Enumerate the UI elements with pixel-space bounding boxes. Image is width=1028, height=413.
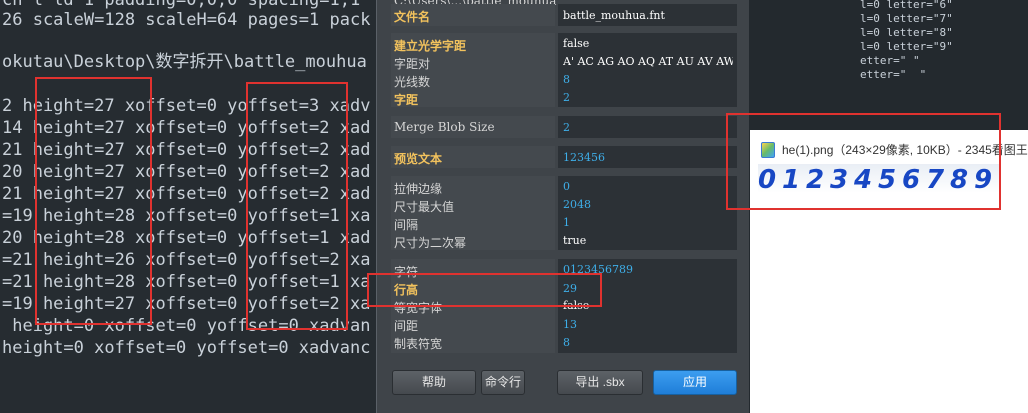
max-size-value[interactable]: 2048 — [563, 198, 591, 211]
build-kerning-label: 建立光学字距 — [394, 39, 467, 53]
merge-blob-value: 2 — [563, 121, 570, 134]
power-of-two-label: 尺寸为二次幂 — [394, 236, 467, 250]
tab-width-value[interactable]: 8 — [563, 336, 570, 349]
file-name-value: battle_mouhua.fnt — [563, 9, 665, 22]
file-name-label: 文件名 — [394, 10, 431, 24]
spacing-label: 字距 — [394, 93, 419, 107]
merge-blob-field[interactable] — [558, 116, 737, 138]
build-kerning-value[interactable]: false — [563, 37, 589, 50]
command-line-button[interactable]: 命令行 — [481, 370, 525, 395]
spacing-value[interactable]: 2 — [563, 91, 570, 104]
ray-count-label: 光线数 — [394, 75, 431, 89]
apply-button[interactable]: 应用 — [653, 370, 737, 395]
kerning-pairs-value[interactable]: A' AC AG AO AQ AT AU AV AW — [563, 55, 733, 68]
stretch-edge-label: 拉伸边缘 — [394, 182, 443, 196]
code-line: l=0 letter="9" — [860, 40, 953, 53]
code-line: okutau\Desktop\数字拆开\battle_mouhua — [2, 52, 367, 72]
preview-text-label: 预览文本 — [394, 152, 443, 166]
code-line: ch l ld 1 padding=0,0,0 spacing=1,1 — [2, 0, 361, 10]
tab-width-label: 制表符宽 — [394, 337, 443, 351]
code-line: height=0 xoffset=0 yoffset=0 xadvanc — [2, 338, 371, 358]
annotation-box-image — [726, 113, 1001, 210]
code-line: l=0 letter="6" — [860, 0, 953, 11]
stretch-edge-value[interactable]: 0 — [563, 180, 570, 193]
annotation-box-line-height — [367, 273, 602, 307]
font-settings-dialog: C:\Users\...\battle_mouhua 文件名 battle_mo… — [376, 0, 749, 413]
line-spacing-label: 间距 — [394, 319, 419, 333]
annotation-box-height — [35, 77, 152, 325]
max-size-label: 尺寸最大值 — [394, 200, 455, 214]
code-line: etter=" " — [860, 54, 920, 67]
line-spacing-value[interactable]: 13 — [563, 318, 577, 331]
ray-count-value[interactable]: 8 — [563, 73, 570, 86]
preview-text-value: 123456 — [563, 151, 605, 164]
code-line: 26 scaleW=128 scaleH=64 pages=1 pack — [2, 10, 371, 30]
annotation-box-yoffset — [246, 82, 348, 330]
code-line: etter=" " — [860, 68, 927, 81]
help-button[interactable]: 帮助 — [392, 370, 476, 395]
kerning-pairs-label: 字距对 — [394, 57, 431, 71]
code-line: l=0 letter="7" — [860, 12, 953, 25]
gap-value[interactable]: 1 — [563, 216, 570, 229]
code-line: l=0 letter="8" — [860, 26, 953, 39]
merge-blob-label: Merge Blob Size — [394, 120, 495, 134]
export-sbx-button[interactable]: 导出 .sbx — [557, 370, 643, 395]
gap-label: 间隔 — [394, 218, 419, 232]
power-of-two-value[interactable]: true — [563, 234, 586, 247]
